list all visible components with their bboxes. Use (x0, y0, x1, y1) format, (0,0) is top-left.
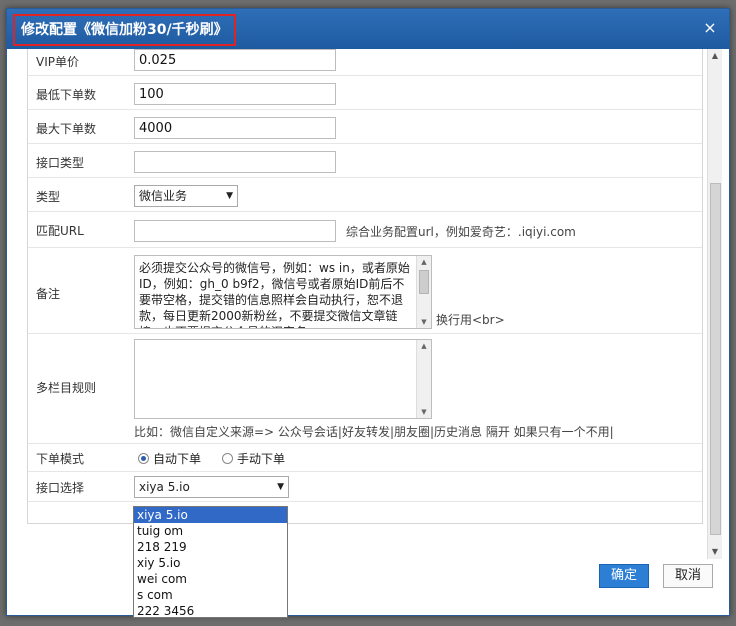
api-select[interactable]: xiya 5.io ▼ (134, 476, 289, 498)
match-url-input[interactable] (134, 220, 336, 242)
close-icon[interactable]: × (701, 19, 719, 37)
remark-scrollbar[interactable]: ▲ ▼ (416, 256, 431, 328)
vip-price-input[interactable]: 0.025 (134, 49, 336, 71)
multi-column-hint: 比如：微信自定义来源=> 公众号会话|好友转发|朋友圈|历史消息 隔开 如果只有… (134, 425, 614, 439)
dropdown-option[interactable]: tuig om (134, 523, 287, 539)
row-min-order: 最低下单数 100 (28, 75, 702, 110)
row-api-select: 接口选择 xiya 5.io ▼ (28, 471, 702, 502)
scroll-up-icon[interactable]: ▲ (417, 256, 431, 268)
row-type: 类型 微信业务 ▼ (28, 177, 702, 212)
multi-column-textarea[interactable]: ▲ ▼ (134, 339, 432, 419)
chevron-down-icon: ▼ (277, 482, 284, 492)
scroll-down-icon[interactable]: ▼ (708, 545, 722, 559)
order-mode-auto-radio[interactable]: 自动下单 (138, 450, 201, 467)
remark-label: 备注 (36, 287, 61, 301)
match-url-hint: 综合业务配置url，例如爱奇艺：.iqiyi.com (346, 225, 576, 239)
scroll-up-icon[interactable]: ▲ (708, 49, 722, 63)
scroll-down-icon[interactable]: ▼ (417, 406, 431, 418)
match-url-label: 匹配URL (36, 224, 84, 238)
remark-textarea[interactable]: 必须提交公众号的微信号，例如：ws in，或者原始ID，例如：gh_0 b9f2… (134, 255, 432, 329)
type-select[interactable]: 微信业务 ▼ (134, 185, 238, 207)
edit-config-dialog: 修改配置《微信加粉30/千秒刷》 × VIP单价 0.025 最低下单数 100… (6, 8, 730, 616)
radio-unchecked-icon (222, 453, 233, 464)
api-type-input[interactable] (134, 151, 336, 173)
dialog-title: 修改配置《微信加粉30/千秒刷》 (13, 14, 236, 46)
radio-checked-icon (138, 453, 149, 464)
form-scroll-area: VIP单价 0.025 最低下单数 100 最大下单数 4000 接口类型 类型… (17, 49, 717, 559)
order-mode-manual-radio[interactable]: 手动下单 (222, 450, 285, 467)
max-order-label: 最大下单数 (36, 122, 97, 136)
remark-hint: 换行用<br> (436, 313, 505, 327)
api-type-label: 接口类型 (36, 156, 85, 170)
min-order-input[interactable]: 100 (134, 83, 336, 105)
type-select-value: 微信业务 (139, 189, 188, 203)
dropdown-option[interactable]: 218 219 (134, 539, 287, 555)
order-mode-auto-label: 自动下单 (153, 452, 202, 466)
scroll-up-icon[interactable]: ▲ (417, 340, 431, 352)
dropdown-option[interactable]: xiy 5.io (134, 555, 287, 571)
min-order-label: 最低下单数 (36, 88, 97, 102)
api-select-dropdown[interactable]: xiya 5.io tuig om 218 219 xiy 5.io wei c… (133, 506, 288, 618)
multi-column-scrollbar[interactable]: ▲ ▼ (416, 340, 431, 418)
dialog-scrollbar[interactable]: ▲ ▼ (707, 49, 722, 559)
row-max-order: 最大下单数 4000 (28, 109, 702, 144)
dropdown-option[interactable]: xiya 5.io (134, 507, 287, 523)
chevron-down-icon: ▼ (226, 191, 233, 201)
order-mode-label: 下单模式 (36, 452, 85, 466)
remark-text: 必须提交公众号的微信号，例如：ws in，或者原始ID，例如：gh_0 b9f2… (139, 261, 410, 328)
row-remark: 备注 必须提交公众号的微信号，例如：ws in，或者原始ID，例如：gh_0 b… (28, 247, 702, 334)
scroll-down-icon[interactable]: ▼ (417, 316, 431, 328)
dropdown-option[interactable]: wei com (134, 571, 287, 587)
row-match-url: 匹配URL 综合业务配置url，例如爱奇艺：.iqiyi.com (28, 211, 702, 248)
confirm-button[interactable]: 确定 (599, 564, 649, 588)
row-order-mode: 下单模式 自动下单 手动下单 (28, 443, 702, 472)
dialog-scroll-thumb[interactable] (710, 183, 721, 535)
remark-scroll-thumb[interactable] (419, 270, 429, 294)
config-form: VIP单价 0.025 最低下单数 100 最大下单数 4000 接口类型 类型… (27, 49, 703, 524)
order-mode-manual-label: 手动下单 (237, 452, 286, 466)
type-label: 类型 (36, 190, 61, 204)
dropdown-option[interactable]: 222 3456 (134, 603, 287, 619)
multi-column-label: 多栏目规则 (36, 381, 97, 395)
api-select-label: 接口选择 (36, 481, 85, 495)
dialog-titlebar: 修改配置《微信加粉30/千秒刷》 × (7, 9, 729, 49)
max-order-input[interactable]: 4000 (134, 117, 336, 139)
row-api-type: 接口类型 (28, 143, 702, 178)
row-vip-price: VIP单价 0.025 (28, 49, 702, 76)
dropdown-option[interactable]: s com (134, 587, 287, 603)
cancel-button[interactable]: 取消 (663, 564, 713, 588)
row-multi-column: 多栏目规则 ▲ ▼ 比如：微信自定义来源=> 公众号会话|好友转发|朋友圈|历史… (28, 333, 702, 444)
api-select-value: xiya 5.io (139, 480, 190, 494)
vip-price-label: VIP单价 (36, 55, 79, 69)
